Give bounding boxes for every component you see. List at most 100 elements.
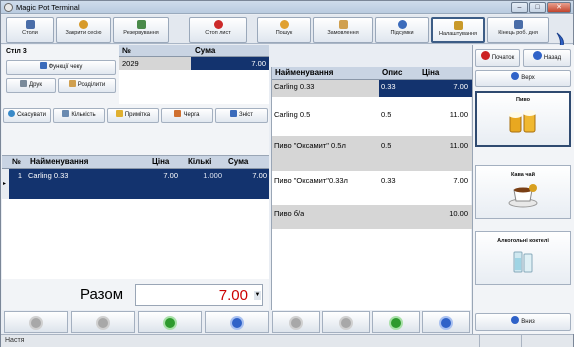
check-sum[interactable]: 7.00 bbox=[191, 57, 269, 70]
list-item[interactable]: Пиво "Оксамит" 0.5л 0.5 11.00 bbox=[272, 136, 472, 171]
printer-icon bbox=[20, 80, 28, 87]
list-item[interactable]: Carling 0.33 0.33 7.00 bbox=[272, 80, 472, 97]
check-list-empty bbox=[119, 70, 269, 104]
note-icon bbox=[115, 110, 123, 117]
menu-item-desc: 0.33 bbox=[381, 176, 396, 185]
down-button[interactable]: Вниз bbox=[475, 313, 571, 331]
down-label: Вниз bbox=[521, 319, 535, 325]
check-functions-button[interactable]: Функції чеку bbox=[6, 60, 116, 75]
maximize-button[interactable]: □ bbox=[529, 2, 546, 13]
total-field[interactable]: 7.00 ▼ bbox=[135, 284, 263, 306]
check-panel: Стіл 3 № Сума 2029 7.00 Функції чеку Дру… bbox=[2, 45, 269, 155]
menu-item-price: 7.00 bbox=[453, 82, 468, 91]
reservation-label: Резервування bbox=[123, 30, 159, 36]
cancel-button[interactable]: Скасувати bbox=[3, 108, 51, 123]
category-cocktails[interactable]: Алкогольні коктелі bbox=[475, 231, 571, 285]
tables-button[interactable]: Столи bbox=[6, 17, 54, 43]
category-cocktails-label: Алкогольні коктелі bbox=[497, 238, 549, 244]
settings-button[interactable]: Налаштування bbox=[431, 17, 485, 43]
close-session-button[interactable]: Закрити сесію bbox=[56, 17, 111, 43]
total-value: 7.00 bbox=[218, 287, 248, 304]
menu-item-price: 11.00 bbox=[449, 110, 468, 119]
back-label: Назад bbox=[543, 55, 562, 61]
end-day-button[interactable]: Кінець роб. дня bbox=[487, 17, 549, 43]
hand-icon bbox=[79, 20, 88, 29]
status-divider bbox=[479, 335, 480, 347]
title-bar: Magic Pot Terminal – □ ✕ bbox=[1, 1, 573, 14]
menu-item-price: 10.00 bbox=[449, 209, 468, 218]
tables-label: Столи bbox=[22, 30, 38, 36]
end-day-label: Кінець роб. дня bbox=[498, 30, 538, 36]
discount-icon bbox=[229, 110, 237, 117]
note-button[interactable]: Примітка bbox=[107, 108, 159, 123]
toolbar: Столи Закрити сесію Резервування Стоп ли… bbox=[1, 15, 573, 54]
search-button[interactable]: Пошук bbox=[257, 17, 311, 43]
check-number[interactable]: 2029 bbox=[119, 57, 191, 70]
subtotals-button[interactable]: Підсумки bbox=[375, 17, 429, 43]
quantity-label: Кількість bbox=[71, 112, 96, 118]
save-icon bbox=[39, 62, 47, 69]
check-no-header: № bbox=[122, 46, 131, 55]
total-label: Разом bbox=[80, 286, 124, 303]
chevron-down-icon[interactable]: ▼ bbox=[254, 291, 261, 300]
print-button[interactable]: Друк bbox=[6, 78, 56, 93]
menu-prev-button[interactable] bbox=[322, 311, 370, 333]
split-label: Розділити bbox=[77, 82, 106, 88]
order-first-button[interactable] bbox=[4, 311, 68, 333]
app-window: Magic Pot Terminal – □ ✕ Столи Закрити с… bbox=[0, 0, 574, 347]
menu-table: Найменування Опис Ціна Carling 0.33 0.33… bbox=[271, 67, 472, 310]
order-prev-button[interactable] bbox=[71, 311, 135, 333]
stop-icon bbox=[213, 20, 223, 29]
arrow-up-icon bbox=[511, 72, 520, 80]
queue-label: Черга bbox=[183, 112, 200, 118]
prev-icon bbox=[96, 316, 110, 330]
order-last-button[interactable] bbox=[205, 311, 269, 333]
order-next-button[interactable] bbox=[138, 311, 202, 333]
discount-button[interactable]: Зніст bbox=[215, 108, 268, 123]
menu-item-desc: 0.5 bbox=[381, 110, 392, 119]
split-button[interactable]: Розділити bbox=[58, 78, 116, 93]
app-icon bbox=[4, 3, 13, 12]
category-beer[interactable]: Пиво bbox=[475, 91, 571, 147]
calendar-icon bbox=[136, 20, 146, 29]
order-row-price: 7.00 bbox=[163, 171, 178, 180]
order-table-header: № Найменування Ціна Кількі Сума bbox=[2, 156, 269, 169]
up-label: Верх bbox=[521, 75, 535, 81]
list-item[interactable]: Пиво "Оксамит"0.33л 0.33 7.00 bbox=[272, 171, 472, 205]
close-button[interactable]: ✕ bbox=[547, 2, 571, 13]
window-title: Magic Pot Terminal bbox=[16, 3, 80, 12]
stop-list-button[interactable]: Стоп лист bbox=[189, 17, 247, 43]
search-icon bbox=[279, 20, 289, 29]
order-col-qty: Кількі bbox=[188, 157, 212, 166]
menu-last-button[interactable] bbox=[422, 311, 470, 333]
back-arrow-icon bbox=[532, 51, 542, 60]
row-indicator: ▸ bbox=[2, 169, 9, 199]
orders-label: Замовлення bbox=[327, 30, 359, 36]
subtotals-label: Підсумки bbox=[390, 30, 414, 36]
stop-list-label: Стоп лист bbox=[205, 30, 231, 36]
check-functions-label: Функції чеку bbox=[48, 64, 83, 70]
order-col-no: № bbox=[12, 157, 21, 166]
orders-button[interactable]: Замовлення bbox=[313, 17, 373, 43]
list-item[interactable]: Пиво б/а 10.00 bbox=[272, 205, 472, 229]
list-item[interactable]: Carling 0.5 0.5 11.00 bbox=[272, 108, 472, 125]
minimize-button[interactable]: – bbox=[511, 2, 528, 13]
order-col-price: Ціна bbox=[152, 157, 170, 166]
queue-button[interactable]: Черга bbox=[161, 108, 213, 123]
menu-first-button[interactable] bbox=[272, 311, 320, 333]
back-button[interactable]: Назад bbox=[523, 49, 571, 67]
order-row-no: 1 bbox=[17, 171, 22, 180]
menu-last-icon bbox=[439, 316, 453, 330]
split-icon bbox=[68, 80, 76, 87]
quantity-button[interactable]: Кількість bbox=[53, 108, 105, 123]
discount-label: Зніст bbox=[238, 112, 254, 118]
start-button[interactable]: Початок bbox=[475, 49, 520, 67]
table-row[interactable]: 1 Carling 0.33 7.00 1.000 7.00 bbox=[9, 169, 269, 199]
category-coffee-tea[interactable]: Кава чай bbox=[475, 165, 571, 219]
start-label: Початок bbox=[491, 55, 515, 61]
status-bar: Настя bbox=[1, 334, 573, 347]
up-button[interactable]: Верх bbox=[475, 70, 571, 87]
reservation-button[interactable]: Резервування bbox=[113, 17, 169, 43]
menu-item-name: Пиво б/а bbox=[274, 209, 305, 218]
menu-next-button[interactable] bbox=[372, 311, 420, 333]
